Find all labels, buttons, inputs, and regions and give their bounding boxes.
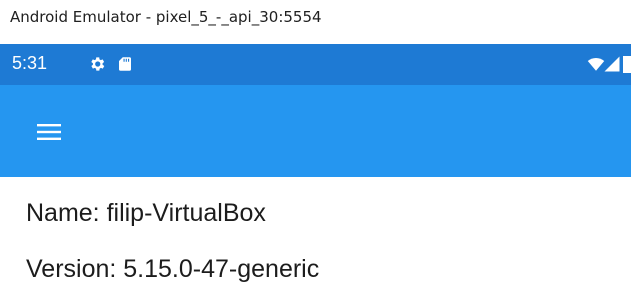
window-title-text: Android Emulator - pixel_5_-_api_30:5554	[10, 8, 322, 26]
main-content: Name: filip-VirtualBox Version: 5.15.0-4…	[0, 177, 631, 300]
android-status-bar: 5:31	[0, 44, 631, 85]
gear-icon	[91, 57, 105, 71]
cell-signal-icon	[604, 56, 620, 72]
battery-icon	[623, 56, 631, 73]
sd-card-icon	[119, 57, 131, 71]
device-name-label: Name: filip-VirtualBox	[26, 199, 266, 227]
status-time: 5:31	[12, 53, 48, 73]
version-label: Version: 5.15.0-47-generic	[26, 255, 320, 283]
menu-button[interactable]	[30, 115, 66, 147]
hamburger-menu-icon	[37, 124, 61, 140]
app-toolbar	[0, 85, 631, 177]
emulator-window-title: Android Emulator - pixel_5_-_api_30:5554	[0, 0, 631, 44]
